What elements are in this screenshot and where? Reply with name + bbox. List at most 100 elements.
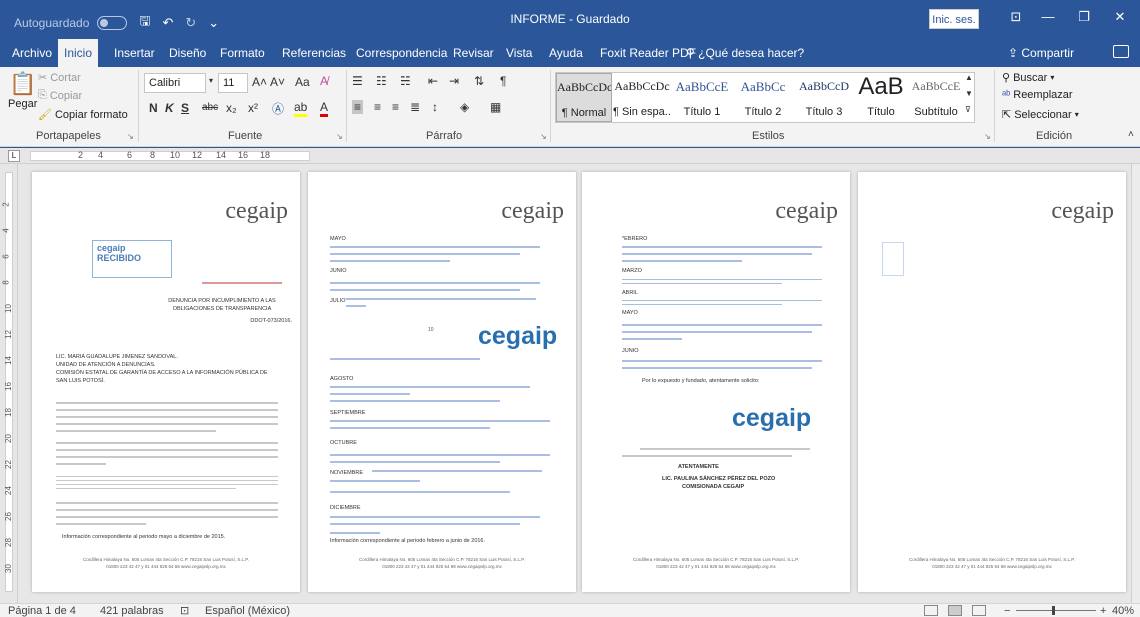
- cegaip-logo: cegaip: [775, 198, 838, 224]
- page-count[interactable]: Página 1 de 4: [8, 604, 76, 617]
- redo-icon[interactable]: ↻: [185, 15, 196, 31]
- font-color-icon[interactable]: A: [320, 100, 329, 117]
- read-mode-icon[interactable]: [924, 605, 938, 616]
- tab-referencias[interactable]: Referencias: [276, 39, 352, 67]
- save-icon[interactable]: 🖫: [139, 12, 150, 34]
- zoom-out-icon[interactable]: −: [1004, 604, 1010, 617]
- tab-archivo[interactable]: Archivo: [6, 39, 58, 67]
- increase-indent-icon[interactable]: ⇥: [449, 74, 459, 88]
- italic-button[interactable]: K: [165, 101, 174, 115]
- style-heading-3[interactable]: AaBbCcD Título 3: [794, 73, 854, 122]
- zoom-in-icon[interactable]: +: [1100, 604, 1106, 617]
- close-icon[interactable]: ✕: [1108, 9, 1132, 25]
- style-heading-2[interactable]: AaBbCc Título 2: [733, 73, 793, 122]
- print-layout-icon[interactable]: [948, 605, 962, 616]
- undo-icon[interactable]: ↶: [162, 15, 173, 31]
- justify-icon[interactable]: ≣: [410, 100, 420, 114]
- bullets-icon[interactable]: ☰: [352, 74, 363, 88]
- numbering-icon[interactable]: ☷: [376, 74, 387, 88]
- style-subtitle[interactable]: AaBbCcE Subtítulo: [908, 73, 964, 122]
- find-button[interactable]: ⚲ Buscar ▾: [1002, 71, 1054, 85]
- document-canvas[interactable]: cegaip cegaip RECIBIDO DENUNCIA POR INCU…: [18, 164, 1140, 603]
- tab-ayuda[interactable]: Ayuda: [543, 39, 589, 67]
- borders-icon[interactable]: ▦: [490, 100, 501, 114]
- styles-more-icon[interactable]: ⊽: [965, 105, 971, 114]
- tab-formato[interactable]: Formato: [214, 39, 271, 67]
- sign-in-button[interactable]: Inic. ses.: [929, 9, 979, 29]
- sort-icon[interactable]: ⇅: [474, 74, 484, 88]
- vertical-ruler[interactable]: 2 4 6 8 10 12 14 16 18 20 22 24 26 28 30: [0, 164, 18, 603]
- underline-button[interactable]: S: [181, 101, 189, 115]
- web-layout-icon[interactable]: [972, 605, 986, 616]
- format-painter-button[interactable]: 🖌 Copiar formato: [38, 108, 128, 122]
- style-normal[interactable]: AaBbCcDc ¶ Normal: [556, 73, 612, 122]
- proofing-icon[interactable]: ⊡: [180, 604, 189, 617]
- style-no-spacing[interactable]: AaBbCcDc ¶ Sin espa...: [613, 73, 671, 122]
- maximize-icon[interactable]: ❐: [1072, 9, 1096, 25]
- collapse-ribbon-icon[interactable]: ˄: [1128, 129, 1134, 140]
- styles-scroll-up-icon[interactable]: ▲: [965, 73, 973, 82]
- font-name-dropdown-icon[interactable]: ▾: [209, 76, 213, 85]
- styles-launcher-icon[interactable]: ↘: [984, 132, 991, 141]
- zoom-slider-thumb[interactable]: [1052, 606, 1055, 615]
- word-count[interactable]: 421 palabras: [100, 604, 164, 617]
- grow-font-icon[interactable]: A˄: [252, 75, 267, 89]
- customize-qat-icon[interactable]: ⌄: [208, 15, 219, 31]
- language-status[interactable]: Español (México): [205, 604, 290, 617]
- share-button[interactable]: ⇪ Compartir: [1008, 39, 1074, 67]
- align-right-icon[interactable]: ≡: [392, 100, 399, 114]
- scissors-icon: ✂: [38, 72, 48, 84]
- multilevel-list-icon[interactable]: ☵: [400, 74, 411, 88]
- cegaip-logo: cegaip: [501, 198, 564, 224]
- show-marks-icon[interactable]: ¶: [500, 74, 506, 88]
- align-left-icon[interactable]: ≡: [352, 100, 364, 114]
- copy-button[interactable]: ⎘ Copiar: [38, 89, 82, 102]
- zoom-slider[interactable]: [1016, 610, 1096, 611]
- tab-vista[interactable]: Vista: [500, 39, 538, 67]
- subscript-button[interactable]: x₂: [226, 101, 237, 115]
- tab-selector-icon[interactable]: L: [8, 150, 20, 162]
- clipboard-launcher-icon[interactable]: ↘: [127, 132, 134, 141]
- horizontal-ruler[interactable]: L 2 4 6 8 10 12 14 16 18: [0, 148, 1140, 164]
- decrease-indent-icon[interactable]: ⇤: [428, 74, 438, 88]
- page-4[interactable]: cegaip Cordillera Himalaya No. 605 Lomas…: [858, 172, 1126, 592]
- vertical-scrollbar[interactable]: [1131, 164, 1140, 603]
- zoom-level[interactable]: 40%: [1112, 604, 1134, 617]
- tab-correspondencia[interactable]: Correspondencia: [350, 39, 453, 67]
- style-title[interactable]: AaB Título: [855, 73, 907, 122]
- style-heading-1[interactable]: AaBbCcE Título 1: [672, 73, 732, 122]
- clear-formatting-icon[interactable]: A̸: [320, 74, 328, 88]
- cut-button[interactable]: ✂ Cortar: [38, 71, 81, 85]
- minimize-icon[interactable]: —: [1036, 9, 1060, 24]
- replace-button[interactable]: ᵃᵇ Reemplazar: [1002, 89, 1073, 101]
- font-name-box[interactable]: Calibri: [144, 73, 206, 93]
- paste-button[interactable]: 📋 Pegar: [8, 71, 37, 110]
- highlight-icon[interactable]: ab: [294, 100, 308, 117]
- strikethrough-button[interactable]: abc: [202, 102, 218, 113]
- line-spacing-icon[interactable]: ↕: [432, 100, 438, 114]
- change-case-button[interactable]: Aa: [295, 75, 310, 89]
- search-icon: ⚲: [1002, 72, 1011, 84]
- page-2[interactable]: cegaip MAYO JUNIO JULIO 10 cegaip AGOSTO…: [308, 172, 576, 592]
- paragraph-launcher-icon[interactable]: ↘: [540, 132, 547, 141]
- shrink-font-icon[interactable]: A˅: [270, 75, 285, 89]
- tab-inicio[interactable]: Inicio: [58, 39, 99, 67]
- tab-diseno[interactable]: Diseño: [163, 39, 212, 67]
- ribbon-display-options-icon[interactable]: ⊡: [1004, 9, 1028, 25]
- text-effects-icon[interactable]: Ⓐ: [272, 100, 284, 117]
- tell-me-search[interactable]: ⚲ ¿Qué desea hacer?: [686, 39, 804, 67]
- page-3[interactable]: cegaip *EBRERO MARZO ABRIL MAYO JUNIO Po…: [582, 172, 850, 592]
- align-center-icon[interactable]: ≡: [374, 100, 381, 114]
- autosave-toggle[interactable]: [97, 16, 128, 30]
- page-1[interactable]: cegaip cegaip RECIBIDO DENUNCIA POR INCU…: [32, 172, 300, 592]
- superscript-button[interactable]: x²: [248, 101, 258, 115]
- tab-insertar[interactable]: Insertar: [108, 39, 161, 67]
- select-button[interactable]: ⇱ Seleccionar ▾: [1002, 108, 1079, 122]
- tab-revisar[interactable]: Revisar: [447, 39, 500, 67]
- font-launcher-icon[interactable]: ↘: [336, 132, 343, 141]
- font-size-box[interactable]: 11: [218, 73, 248, 93]
- comments-icon[interactable]: [1113, 45, 1129, 58]
- styles-scroll-down-icon[interactable]: ▼: [965, 89, 973, 98]
- bold-button[interactable]: N: [149, 101, 158, 115]
- shading-icon[interactable]: ◈: [460, 100, 469, 114]
